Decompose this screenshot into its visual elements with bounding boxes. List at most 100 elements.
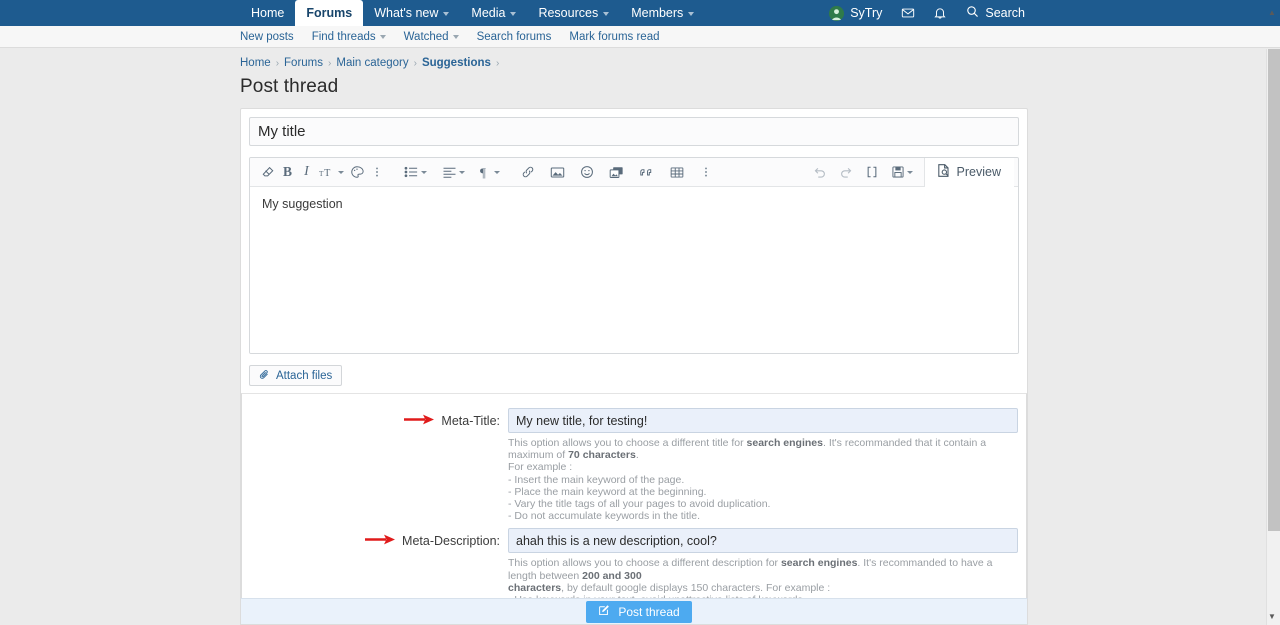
subnav-item-label: Mark forums read xyxy=(569,31,659,43)
subnav-item-mark-forums-read[interactable]: Mark forums read xyxy=(560,31,668,43)
user-menu[interactable]: SyTry xyxy=(819,6,892,21)
link-icon[interactable] xyxy=(518,161,538,183)
nav-item-label: Members xyxy=(631,7,683,20)
breadcrumb-item-forums[interactable]: Forums xyxy=(284,57,323,69)
page-scrollbar[interactable] xyxy=(1266,49,1280,625)
attach-files-label: Attach files xyxy=(276,370,332,382)
chevron-down-icon xyxy=(380,35,386,39)
toolbar-insert-group xyxy=(518,161,715,183)
top-navigation-bar: Home Forums What's new Media Resources Member… xyxy=(0,0,1280,26)
toolbar-paragraph-group: ¶ xyxy=(401,161,503,183)
editor-content-area[interactable]: My suggestion xyxy=(250,187,1018,353)
subnav-item-search-forums[interactable]: Search forums xyxy=(468,31,561,43)
bold-icon[interactable]: B xyxy=(278,161,297,183)
help-line: - Place the main keyword at the beginnin… xyxy=(508,486,1018,498)
content-container: Home›Forums›Main category›Suggestions› P… xyxy=(240,48,1028,625)
subnav-item-watched[interactable]: Watched xyxy=(395,31,468,43)
align-icon[interactable] xyxy=(439,161,468,183)
breadcrumb-separator: › xyxy=(414,58,417,69)
emoji-icon[interactable] xyxy=(577,161,597,183)
media-icon[interactable] xyxy=(606,161,627,183)
nav-item-what-s-new[interactable]: What's new xyxy=(363,0,460,26)
list-icon[interactable] xyxy=(401,161,430,183)
search-icon xyxy=(966,5,979,21)
post-thread-button[interactable]: Post thread xyxy=(586,601,691,623)
redo-icon[interactable] xyxy=(833,161,859,183)
editor-toolbar: B I T T xyxy=(250,158,1018,187)
nav-item-media[interactable]: Media xyxy=(460,0,527,26)
bbcode-icon[interactable] xyxy=(859,161,885,183)
breadcrumb-separator: › xyxy=(276,58,279,69)
search-button[interactable]: Search xyxy=(956,5,1035,21)
italic-icon[interactable]: I xyxy=(297,161,316,183)
subnav-item-find-threads[interactable]: Find threads xyxy=(303,31,395,43)
page-body: Home›Forums›Main category›Suggestions› P… xyxy=(0,48,1280,625)
help-line: This option allows you to choose a diffe… xyxy=(508,557,1018,581)
toolbar-text-group: B I T T xyxy=(258,161,386,183)
nav-item-label: Media xyxy=(471,7,505,20)
subnav-item-label: New posts xyxy=(240,31,294,43)
breadcrumb-item-suggestions[interactable]: Suggestions xyxy=(422,57,491,69)
chevron-down-icon xyxy=(338,171,344,174)
scrollbar-up-arrow[interactable]: ▲ xyxy=(1267,8,1277,18)
envelope-icon[interactable] xyxy=(892,6,924,20)
meta-field-label-cell: Meta-Description: xyxy=(250,528,508,548)
text-color-icon[interactable] xyxy=(347,161,367,183)
thread-title-input[interactable] xyxy=(249,117,1019,146)
subnav-item-new-posts[interactable]: New posts xyxy=(240,31,303,43)
help-line: For example : xyxy=(508,461,1018,473)
nav-item-resources[interactable]: Resources xyxy=(527,0,620,26)
red-arrow-icon xyxy=(404,413,434,428)
drafts-icon[interactable] xyxy=(885,161,916,183)
red-arrow-icon xyxy=(365,533,395,548)
form-submit-bar: Post thread xyxy=(240,598,1028,625)
chevron-down-icon xyxy=(453,35,459,39)
page-title: Post thread xyxy=(240,76,1028,98)
scrollbar-down-arrow[interactable]: ▼ xyxy=(1267,612,1277,622)
nav-item-forums[interactable]: Forums xyxy=(295,0,363,26)
form-top-section: B I T T xyxy=(241,109,1027,393)
chevron-down-icon xyxy=(459,171,465,174)
subnav-item-label: Watched xyxy=(404,31,449,43)
table-icon[interactable] xyxy=(667,161,687,183)
preview-document-icon xyxy=(936,163,951,181)
help-line: - Vary the title tags of all your pages … xyxy=(508,498,1018,510)
nav-item-label: Forums xyxy=(306,7,352,20)
attach-files-button[interactable]: Attach files xyxy=(249,365,342,386)
search-label: Search xyxy=(985,6,1025,20)
chevron-down-icon xyxy=(907,171,913,174)
quote-icon[interactable] xyxy=(636,161,658,183)
meta-title-input[interactable] xyxy=(508,408,1018,433)
user-avatar xyxy=(829,6,844,21)
undo-icon[interactable] xyxy=(807,161,833,183)
svg-text:T: T xyxy=(324,167,331,178)
help-line: characters, by default google displays 1… xyxy=(508,582,1018,594)
meta-description-input[interactable] xyxy=(508,528,1018,553)
font-size-icon[interactable]: T T xyxy=(316,161,347,183)
breadcrumb-item-home[interactable]: Home xyxy=(240,57,271,69)
remove-formatting-icon[interactable] xyxy=(258,161,278,183)
nav-item-label: What's new xyxy=(374,7,438,20)
paperclip-icon xyxy=(259,369,270,383)
meta-field-label: Meta-Title: xyxy=(441,414,500,428)
insert-image-icon[interactable] xyxy=(547,161,568,183)
more-insert-options-icon[interactable] xyxy=(696,161,715,183)
preview-button[interactable]: Preview xyxy=(924,158,1014,187)
nav-item-label: Resources xyxy=(538,7,598,20)
seo-meta-section: Meta-Title: This option allows you to cho… xyxy=(241,393,1027,618)
nav-item-members[interactable]: Members xyxy=(620,0,705,26)
more-text-options-icon[interactable] xyxy=(367,161,386,183)
breadcrumb-item-main-category[interactable]: Main category xyxy=(336,57,408,69)
breadcrumb-separator: › xyxy=(496,58,499,69)
editor-body-text: My suggestion xyxy=(262,197,1006,211)
user-menu-label: SyTry xyxy=(850,6,882,20)
subnav-item-label: Find threads xyxy=(312,31,376,43)
meta-field-label-cell: Meta-Title: xyxy=(250,408,508,428)
subnav-item-label: Search forums xyxy=(477,31,552,43)
scrollbar-thumb[interactable] xyxy=(1268,49,1280,531)
post-thread-form: B I T T xyxy=(240,108,1028,625)
chevron-down-icon xyxy=(494,171,500,174)
nav-item-home[interactable]: Home xyxy=(240,0,295,26)
paragraph-format-icon[interactable]: ¶ xyxy=(477,161,503,183)
bell-icon[interactable] xyxy=(924,6,956,20)
